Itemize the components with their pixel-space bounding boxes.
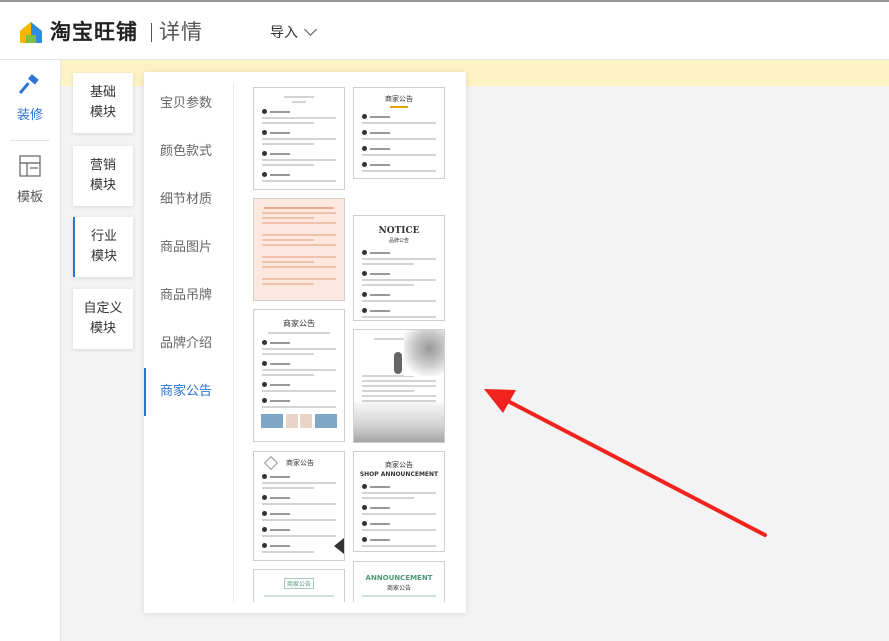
rail-item-template[interactable]: 模板: [0, 154, 60, 205]
brand-name: 淘宝旺铺: [50, 20, 138, 44]
module-card-industry[interactable]: 行业 模块: [73, 217, 133, 277]
import-dropdown[interactable]: 导入: [270, 22, 317, 42]
template-thumbnail[interactable]: [253, 87, 345, 190]
brand-separator: [151, 23, 152, 42]
module-card-basic[interactable]: 基础 模块: [73, 73, 133, 133]
category-item-product-images[interactable]: 商品图片: [144, 224, 233, 272]
template-thumbnail[interactable]: [253, 198, 345, 301]
top-header: 淘宝旺铺 详情 导入: [0, 2, 889, 60]
template-thumbnail-subtitle: 商家公告: [386, 585, 411, 592]
module-card-custom-label: 自定义 模块: [83, 301, 123, 336]
category-item-brand-intro[interactable]: 品牌介绍: [144, 320, 233, 368]
rail-item-decorate[interactable]: 装修: [0, 74, 60, 123]
category-item-product-params[interactable]: 宝贝参数: [144, 80, 233, 128]
template-thumbnail-title: 商家公告: [286, 459, 314, 467]
template-thumbnail[interactable]: NOTICE 品牌公告: [353, 215, 445, 321]
category-item-shop-notice[interactable]: 商家公告: [144, 368, 233, 416]
rail-item-decorate-label: 装修: [16, 108, 43, 123]
module-card-custom[interactable]: 自定义 模块: [73, 289, 133, 349]
chevron-down-icon: [304, 23, 317, 36]
template-thumbnail-subtitle: 品牌公告: [388, 238, 409, 244]
hammer-icon: [18, 74, 39, 95]
layout-template-icon: [19, 155, 41, 177]
taobao-shop-logo-icon: [20, 22, 42, 43]
rail-divider: [10, 140, 50, 141]
template-thumbnail[interactable]: 商家公告: [353, 87, 445, 179]
left-rail: 装修 模板: [0, 60, 61, 641]
module-card-industry-label: 行业 模块: [90, 229, 117, 264]
module-card-basic-label: 基础 模块: [89, 85, 116, 120]
template-thumbnail[interactable]: 商家公告: [253, 309, 345, 442]
category-list: 宝贝参数 颜色款式 细节材质 商品图片 商品吊牌 品牌介绍 商家公告: [144, 80, 233, 416]
module-card-marketing-label: 营销 模块: [89, 158, 116, 193]
category-panel: 宝贝参数 颜色款式 细节材质 商品图片 商品吊牌 品牌介绍 商家公告 商家公告: [144, 72, 466, 613]
category-item-detail-material[interactable]: 细节材质: [144, 176, 233, 224]
category-item-product-tag[interactable]: 商品吊牌: [144, 272, 233, 320]
template-thumbnail[interactable]: [353, 329, 445, 443]
category-item-color-style[interactable]: 颜色款式: [144, 128, 233, 176]
import-label: 导入: [270, 25, 298, 41]
rail-item-template-label: 模板: [16, 190, 43, 205]
template-thumbnail[interactable]: ANNOUNCEMENT 商家公告: [353, 561, 445, 602]
template-thumbnail-title: 商家公告: [385, 95, 413, 103]
template-thumbnail[interactable]: 商家公告 SHOP ANNOUNCEMENT: [353, 451, 445, 552]
template-thumbnail-title: NOTICE: [378, 226, 420, 236]
page-subtitle: 详情: [159, 20, 203, 44]
panel-divider: [233, 82, 234, 602]
module-card-marketing[interactable]: 营销 模块: [73, 146, 133, 206]
template-thumbnail-title: 商家公告: [283, 319, 315, 328]
template-thumbnail[interactable]: 商家公告: [253, 569, 345, 602]
template-thumbnail-title: 商家公告: [385, 461, 413, 469]
template-thumbnail-title: 商家公告: [284, 578, 314, 589]
template-thumbnail-grid: 商家公告 商家公告 商家公告 商家公告 NOTICE 品牌公告 商家公告 SHO…: [244, 78, 454, 602]
template-thumbnail-subtitle: SHOP ANNOUNCEMENT: [359, 471, 439, 478]
template-thumbnail[interactable]: 商家公告: [253, 451, 345, 561]
template-thumbnail-title: ANNOUNCEMENT: [365, 574, 433, 582]
